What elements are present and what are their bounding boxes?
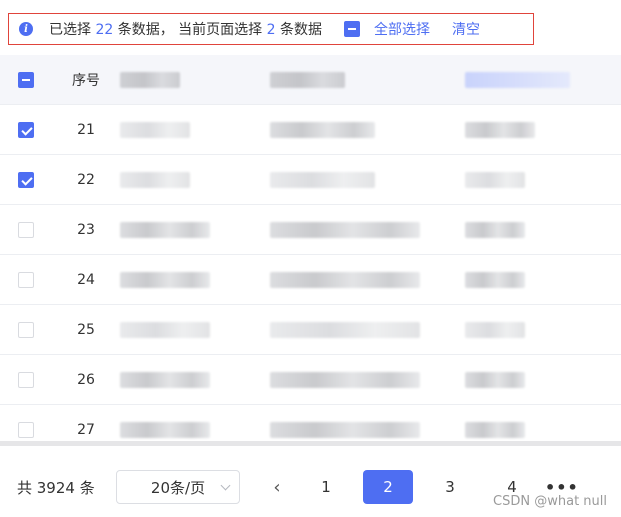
header-col-2 <box>270 55 465 105</box>
row-checkbox[interactable] <box>18 121 34 138</box>
row-index: 23 <box>77 221 95 238</box>
row-cell <box>120 205 270 255</box>
page-button-3[interactable]: 3 <box>425 470 475 504</box>
watermark: CSDN @what null <box>493 494 607 509</box>
row-cell <box>270 405 465 441</box>
prev-page-icon[interactable]: ‹ <box>265 477 289 498</box>
table-row[interactable]: 21 <box>0 105 621 155</box>
row-cell <box>120 305 270 355</box>
header-index: 序号 <box>72 72 100 89</box>
row-cell <box>465 205 615 255</box>
row-cell <box>465 305 615 355</box>
select-all-checkbox[interactable] <box>18 71 34 88</box>
table-row[interactable]: 24 <box>0 255 621 305</box>
row-cell <box>465 255 615 305</box>
chevron-down-icon <box>220 480 231 491</box>
page-size-select[interactable]: 20条/页 <box>116 470 240 504</box>
row-index: 25 <box>77 321 95 338</box>
row-index: 24 <box>77 271 95 288</box>
select-all-link[interactable]: 全部选择 <box>374 19 430 39</box>
row-cell <box>120 355 270 405</box>
page-button-1[interactable]: 1 <box>301 470 351 504</box>
page-size-value: 20条/页 <box>150 478 206 497</box>
row-index: 21 <box>77 121 95 138</box>
page-button-2[interactable]: 2 <box>363 470 413 504</box>
page-selected-count: 2 <box>266 22 276 38</box>
total-count: 共 3924 条 <box>17 478 95 497</box>
partial-select-icon[interactable] <box>344 21 361 37</box>
row-index: 26 <box>77 371 95 388</box>
row-cell <box>270 155 465 205</box>
selection-alert: i 已选择 22 条数据， 当前页面选择 2 条数据 全部选择 清空 <box>8 13 534 45</box>
info-icon: i <box>19 22 33 36</box>
header-col-1 <box>120 55 270 105</box>
row-index: 22 <box>77 171 95 188</box>
table-row[interactable]: 26 <box>0 355 621 405</box>
row-cell <box>270 105 465 155</box>
row-checkbox[interactable] <box>18 221 34 238</box>
row-checkbox[interactable] <box>18 171 34 188</box>
row-cell <box>120 105 270 155</box>
clear-selection-link[interactable]: 清空 <box>452 19 480 39</box>
selection-summary: 已选择 22 条数据， 当前页面选择 2 条数据 <box>49 19 322 39</box>
table-row[interactable]: 23 <box>0 205 621 255</box>
row-cell <box>120 405 270 441</box>
table-row[interactable]: 22 <box>0 155 621 205</box>
row-cell <box>465 155 615 205</box>
row-checkbox[interactable] <box>18 421 34 438</box>
row-cell <box>270 205 465 255</box>
row-cell <box>465 105 615 155</box>
data-table: 序号 21 22 23 24 25 26 27 <box>0 55 621 440</box>
table-row[interactable]: 25 <box>0 305 621 355</box>
row-checkbox[interactable] <box>18 371 34 388</box>
table-header: 序号 <box>0 55 621 105</box>
row-checkbox[interactable] <box>18 321 34 338</box>
summary-suffix: 条数据 <box>280 22 323 38</box>
summary-prefix: 已选择 <box>49 22 91 38</box>
row-index: 27 <box>77 421 95 438</box>
row-cell <box>270 355 465 405</box>
table-row[interactable]: 27 <box>0 405 621 440</box>
horizontal-scrollbar[interactable] <box>0 441 621 446</box>
row-cell <box>465 355 615 405</box>
row-cell <box>270 305 465 355</box>
selected-count: 22 <box>95 22 114 38</box>
row-checkbox[interactable] <box>18 271 34 288</box>
header-col-3 <box>465 55 615 105</box>
row-cell <box>120 155 270 205</box>
row-cell <box>120 255 270 305</box>
row-cell <box>270 255 465 305</box>
row-cell <box>465 405 615 441</box>
summary-mid: 条数据， 当前页面选择 <box>117 22 263 38</box>
